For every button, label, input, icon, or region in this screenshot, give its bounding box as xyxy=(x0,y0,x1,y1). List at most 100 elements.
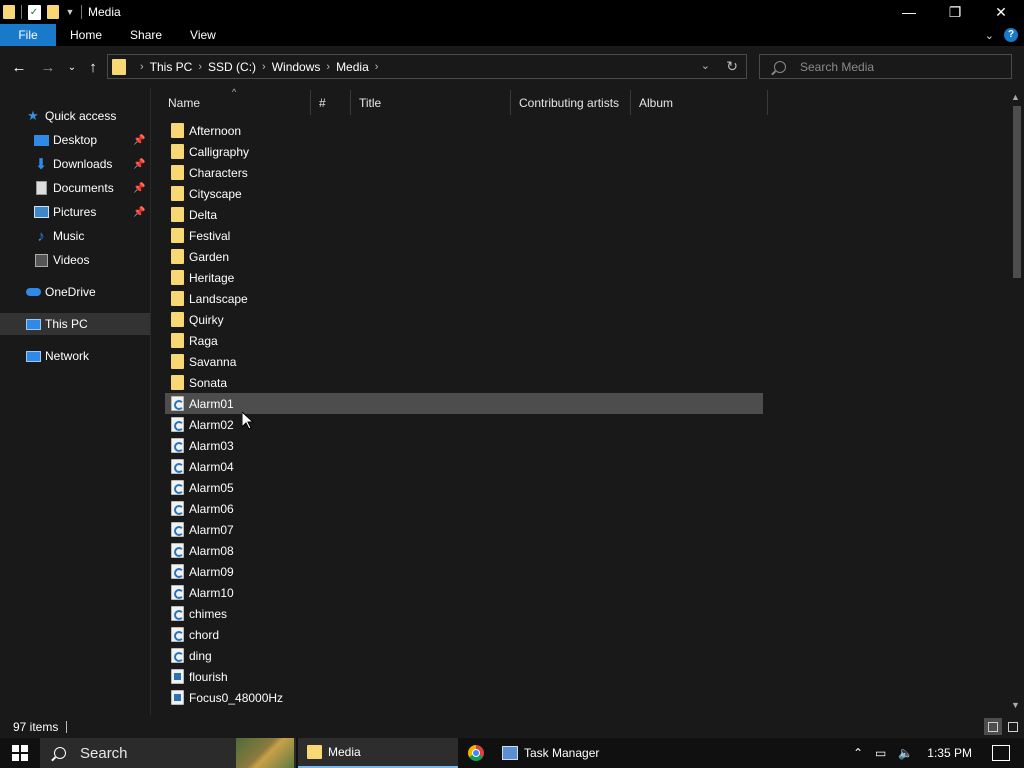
file-row[interactable]: Sonata xyxy=(165,372,763,393)
file-row[interactable]: ding xyxy=(165,645,763,666)
file-row[interactable]: flourish xyxy=(165,666,763,687)
properties-icon[interactable]: ✓ xyxy=(27,4,41,20)
sidebar-item-music[interactable]: ♪ Music xyxy=(0,225,150,247)
breadcrumb-media[interactable]: Media xyxy=(336,60,369,74)
sidebar-item-this-pc[interactable]: This PC xyxy=(0,313,150,335)
action-center-icon[interactable] xyxy=(992,745,1010,761)
close-button[interactable]: ✕ xyxy=(978,0,1024,24)
back-arrow-icon[interactable]: ← xyxy=(9,57,29,77)
show-hidden-icons-chevron-icon[interactable]: ⌃ xyxy=(853,746,863,760)
sidebar-item-onedrive[interactable]: OneDrive xyxy=(0,281,150,303)
tab-home[interactable]: Home xyxy=(56,24,116,46)
taskbar-app-task-manager[interactable]: Task Manager xyxy=(498,738,658,768)
status-divider xyxy=(66,720,68,733)
file-name: Delta xyxy=(189,207,218,222)
file-row[interactable]: Alarm04 xyxy=(165,456,763,477)
breadcrumb-chevron-icon[interactable]: › xyxy=(375,61,379,73)
taskbar-app-chrome[interactable] xyxy=(466,738,486,768)
sidebar-item-desktop[interactable]: Desktop 📌 xyxy=(0,129,150,151)
start-button[interactable] xyxy=(0,738,40,768)
forward-arrow-icon[interactable]: → xyxy=(38,57,58,77)
customize-toolbar-chevron-icon[interactable]: ▼ xyxy=(65,7,75,17)
file-row[interactable]: Cityscape xyxy=(165,183,763,204)
file-row[interactable]: Afternoon xyxy=(165,120,763,141)
pin-icon[interactable]: 📌 xyxy=(133,159,145,170)
taskbar-search-box[interactable]: Search xyxy=(40,738,296,768)
breadcrumb-chevron-icon[interactable]: › xyxy=(140,61,144,73)
file-row[interactable]: Alarm10 xyxy=(165,582,763,603)
file-row[interactable]: Quirky xyxy=(165,309,763,330)
column-header-number[interactable]: # xyxy=(311,90,351,115)
file-row[interactable]: Alarm09 xyxy=(165,561,763,582)
network-status-icon[interactable]: ▭ xyxy=(875,746,886,760)
tab-file[interactable]: File xyxy=(0,24,56,46)
details-view-icon xyxy=(988,721,998,732)
tab-share[interactable]: Share xyxy=(116,24,176,46)
column-header-album[interactable]: Album xyxy=(631,90,768,115)
sidebar-item-quick-access[interactable]: ★ Quick access xyxy=(0,105,150,127)
sidebar-item-label: Videos xyxy=(53,253,90,267)
file-row[interactable]: chord xyxy=(165,624,763,645)
file-row[interactable]: Landscape xyxy=(165,288,763,309)
expand-ribbon-chevron-icon[interactable]: ⌄ xyxy=(985,29,994,42)
refresh-icon[interactable]: ↻ xyxy=(726,58,738,75)
folder-icon xyxy=(171,249,184,264)
breadcrumb-chevron-icon[interactable]: › xyxy=(326,61,330,73)
vertical-scrollbar[interactable]: ▲ ▼ xyxy=(1008,88,1024,715)
file-row[interactable]: Raga xyxy=(165,330,763,351)
file-row[interactable]: Delta xyxy=(165,204,763,225)
volume-muted-icon[interactable]: 🔈 xyxy=(898,746,913,760)
large-icons-view-button[interactable] xyxy=(1004,718,1022,735)
column-header-title[interactable]: Title xyxy=(351,90,511,115)
scroll-down-arrow-icon[interactable]: ▼ xyxy=(1011,700,1020,710)
pane-splitter[interactable] xyxy=(150,88,151,715)
file-row[interactable]: Alarm02 xyxy=(165,414,763,435)
file-row[interactable]: Festival xyxy=(165,225,763,246)
pin-icon[interactable]: 📌 xyxy=(133,183,145,194)
file-row[interactable]: Alarm03 xyxy=(165,435,763,456)
file-row[interactable]: Characters xyxy=(165,162,763,183)
file-row[interactable]: Heritage xyxy=(165,267,763,288)
column-header-name[interactable]: ^ Name xyxy=(160,87,311,115)
recent-locations-chevron-icon[interactable]: ⌄ xyxy=(62,57,82,77)
sidebar-item-videos[interactable]: Videos xyxy=(0,249,150,271)
file-row[interactable]: Garden xyxy=(165,246,763,267)
file-name: ding xyxy=(189,648,212,663)
pin-icon[interactable]: 📌 xyxy=(133,135,145,146)
breadcrumb-chevron-icon[interactable]: › xyxy=(198,61,202,73)
file-row[interactable]: Alarm05 xyxy=(165,477,763,498)
clock[interactable]: 1:35 PM xyxy=(927,746,972,760)
breadcrumb-this-pc[interactable]: This PC xyxy=(150,60,193,74)
file-row[interactable]: Alarm07 xyxy=(165,519,763,540)
pin-icon[interactable]: 📌 xyxy=(133,207,145,218)
scrollbar-thumb[interactable] xyxy=(1013,106,1021,278)
column-header-contributing-artists[interactable]: Contributing artists xyxy=(511,90,631,115)
file-row[interactable]: Alarm01 xyxy=(165,393,763,414)
breadcrumb-chevron-icon[interactable]: › xyxy=(262,61,266,73)
file-row[interactable]: chimes xyxy=(165,603,763,624)
file-row[interactable]: Calligraphy xyxy=(165,141,763,162)
breadcrumb-ssd[interactable]: SSD (C:) xyxy=(208,60,256,74)
search-box[interactable]: Search Media xyxy=(759,54,1012,79)
file-row[interactable]: Alarm08 xyxy=(165,540,763,561)
breadcrumb-windows[interactable]: Windows xyxy=(272,60,321,74)
up-arrow-icon[interactable]: ↑ xyxy=(83,57,103,77)
file-row[interactable]: Savanna xyxy=(165,351,763,372)
sidebar-item-documents[interactable]: Documents 📌 xyxy=(0,177,150,199)
details-view-button[interactable] xyxy=(984,718,1002,735)
sidebar-item-downloads[interactable]: ⬇ Downloads 📌 xyxy=(0,153,150,175)
minimize-button[interactable]: — xyxy=(886,0,932,24)
new-folder-icon[interactable] xyxy=(46,4,60,20)
file-row[interactable]: Alarm06 xyxy=(165,498,763,519)
help-icon[interactable]: ? xyxy=(1004,28,1018,42)
sidebar-item-network[interactable]: Network xyxy=(0,345,150,367)
address-bar[interactable]: › This PC › SSD (C:) › Windows › Media ›… xyxy=(107,54,747,79)
address-history-chevron-icon[interactable]: ⌄ xyxy=(701,59,710,72)
tab-view[interactable]: View xyxy=(176,24,230,46)
taskbar-app-media[interactable]: Media xyxy=(298,738,458,768)
file-name: Afternoon xyxy=(189,123,242,138)
scroll-up-arrow-icon[interactable]: ▲ xyxy=(1011,92,1020,102)
sidebar-item-pictures[interactable]: Pictures 📌 xyxy=(0,201,150,223)
file-row[interactable]: Focus0_48000Hz xyxy=(165,687,763,708)
maximize-button[interactable]: ❐ xyxy=(932,0,978,24)
